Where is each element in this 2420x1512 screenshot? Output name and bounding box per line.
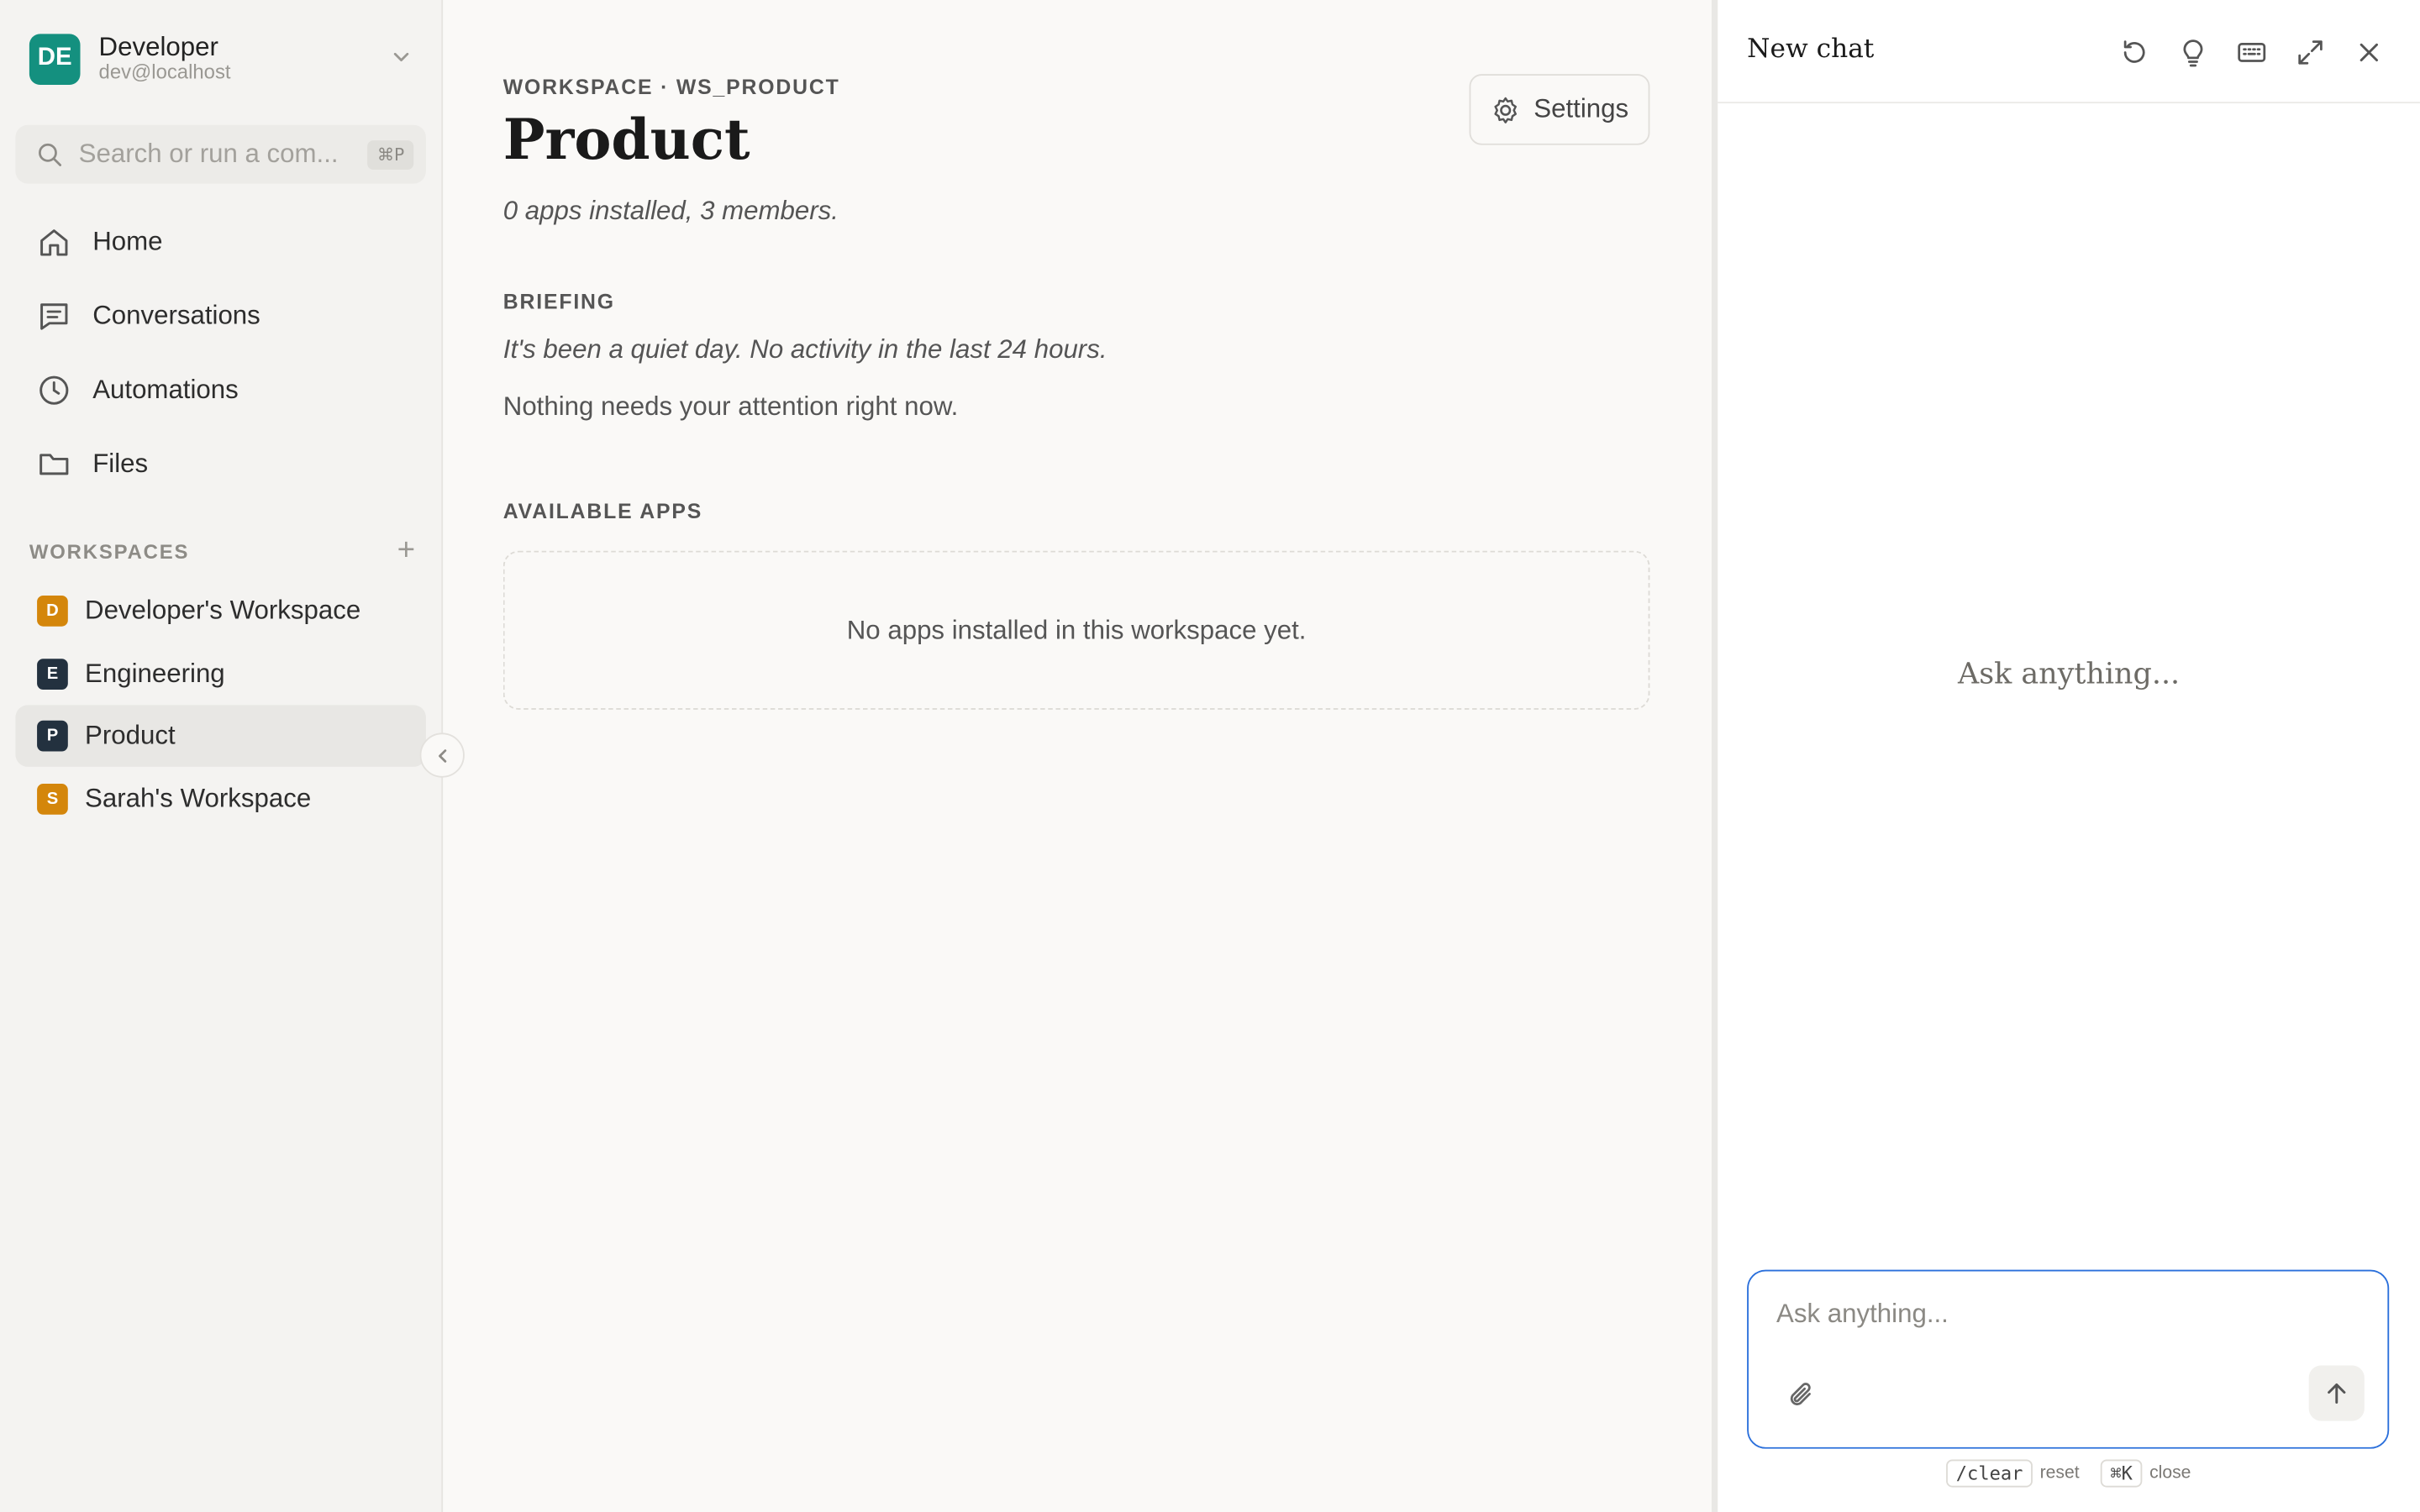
workspace-label: Sarah's Workspace [85, 783, 312, 813]
available-apps-label: AVAILABLE APPS [502, 500, 703, 523]
account-name: Developer [98, 32, 218, 62]
expand-icon [2298, 40, 2323, 65]
workspace-list: D Developer's Workspace E Engineering P … [15, 580, 426, 831]
workspace-item-developers[interactable]: D Developer's Workspace [15, 580, 426, 642]
briefing-label: BRIEFING [502, 290, 615, 313]
sidebar: DE Developer dev@localhost ⌘P Home Conve… [0, 0, 444, 1512]
apps-empty-text: No apps installed in this workspace yet. [846, 614, 1307, 644]
workspace-eyebrow: WORKSPACE · WS_PRODUCT [502, 75, 840, 99]
close-chat-button[interactable] [2339, 34, 2398, 71]
arrow-up-icon [2328, 1383, 2346, 1404]
command-search[interactable]: ⌘P [15, 124, 426, 184]
chat-actions [2105, 34, 2398, 71]
refresh-icon [2123, 40, 2145, 63]
briefing-summary: It's been a quiet day. No activity in th… [502, 334, 1107, 365]
workspace-label: Developer's Workspace [85, 595, 361, 625]
settings-label: Settings [1534, 94, 1629, 123]
workspace-summary: 0 apps installed, 3 members. [502, 196, 839, 226]
hint-close-key: ⌘K [2101, 1459, 2142, 1488]
search-shortcut: ⌘P [367, 139, 414, 170]
chat-composer [1747, 1269, 2390, 1449]
nav-item-conversations[interactable]: Conversations [15, 279, 426, 353]
workspace-badge: S [37, 783, 68, 814]
keyboard-icon [2238, 42, 2266, 62]
workspace-item-sarahs[interactable]: S Sarah's Workspace [15, 768, 426, 829]
workspace-badge: E [37, 658, 68, 690]
workspace-label: Engineering [85, 658, 225, 688]
workspace-label: Product [85, 720, 176, 750]
search-input[interactable] [78, 139, 368, 171]
nav-item-label: Automations [92, 375, 239, 405]
suggestions-button[interactable] [2164, 34, 2223, 71]
lightbulb-icon [2183, 39, 2203, 67]
gear-icon [1494, 96, 1517, 123]
workspace-item-engineering[interactable]: E Engineering [15, 643, 426, 704]
settings-button[interactable]: Settings [1469, 74, 1650, 145]
workspace-main: WORKSPACE · WS_PRODUCT Product 0 apps in… [445, 0, 1712, 1512]
reset-chat-button[interactable] [2105, 34, 2164, 71]
workspaces-header: WORKSPACES + [29, 533, 415, 567]
nav-item-files[interactable]: Files [15, 428, 426, 501]
nav-item-label: Home [92, 226, 163, 256]
account-info: Developer dev@localhost [99, 32, 387, 85]
nav-item-automations[interactable]: Automations [15, 354, 426, 428]
search-icon [39, 142, 62, 165]
page-title: Product [502, 108, 750, 173]
expand-chat-button[interactable] [2281, 34, 2340, 71]
chat-input[interactable] [1776, 1299, 2363, 1346]
account-switcher[interactable]: DE Developer dev@localhost [29, 29, 415, 88]
hint-clear-label: reset [2039, 1464, 2080, 1483]
chat-empty-prompt: Ask anything... [1958, 657, 2181, 691]
attach-button[interactable] [1786, 1379, 1817, 1418]
workspace-badge: D [37, 595, 68, 627]
nav-item-label: Files [92, 449, 149, 479]
avatar: DE [29, 33, 81, 85]
add-workspace-button[interactable]: + [397, 535, 415, 566]
account-email: dev@localhost [98, 60, 231, 84]
chat-panel: New chat Ask anything... Ask anything...… [1711, 0, 2420, 1512]
keyboard-shortcuts-button[interactable] [2223, 34, 2281, 71]
folder-icon [39, 454, 69, 475]
briefing-status: Nothing needs your attention right now. [502, 391, 959, 422]
workspace-badge: P [37, 720, 68, 752]
close-icon [2360, 43, 2378, 62]
hint-clear-key: /clear [1946, 1459, 2033, 1488]
chat-header: New chat [1718, 0, 2420, 104]
chat-title: New chat [1747, 34, 1875, 66]
nav-item-label: Conversations [92, 301, 260, 331]
paperclip-icon [1790, 1383, 1811, 1405]
hint-close-label: close [2149, 1464, 2191, 1483]
send-button[interactable] [2308, 1365, 2365, 1421]
nav-item-home[interactable]: Home [15, 205, 426, 279]
clock-icon [39, 375, 69, 405]
home-icon [40, 229, 68, 256]
conversations-icon [40, 303, 68, 330]
workspaces-title: WORKSPACES [29, 538, 190, 563]
chevron-down-icon[interactable] [387, 45, 415, 71]
chat-hints: /clear reset ⌘K close [1718, 1459, 2420, 1488]
main-nav: Home Conversations Automations Files [15, 205, 426, 501]
workspace-item-product[interactable]: P Product [15, 705, 426, 767]
apps-empty-state: No apps installed in this workspace yet. [502, 550, 1650, 710]
